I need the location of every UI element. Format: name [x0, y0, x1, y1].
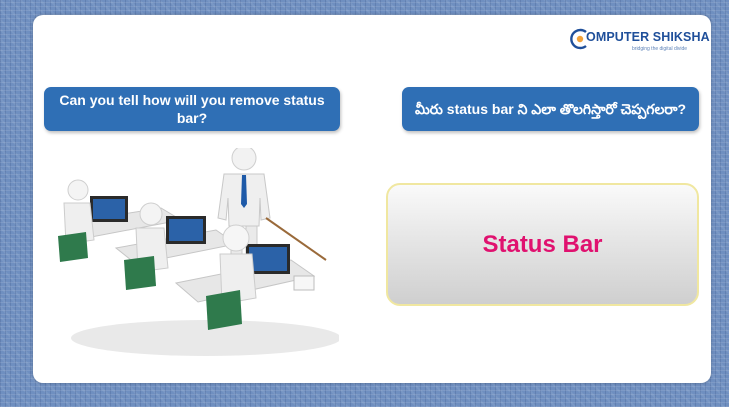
answer-text: Status Bar: [482, 230, 603, 258]
logo-text: OMPUTER SHIKSHA: [586, 30, 710, 44]
logo-name: OMPUTER SHIKSHA: [586, 30, 710, 44]
question-english-box: Can you tell how will you remove status …: [44, 87, 340, 131]
question-english-text: Can you tell how will you remove status …: [59, 92, 325, 126]
question-telugu-box: మీరు status bar ని ఎలా తొలగిస్తారో చెప్ప…: [402, 87, 699, 131]
computer-shiksha-logo: OMPUTER SHIKSHA bridging the digital div…: [570, 28, 710, 58]
question-telugu-text: మీరు status bar ని ఎలా తొలగిస్తారో చెప్ప…: [414, 100, 687, 117]
classroom-illustration: [56, 148, 339, 367]
answer-box: Status Bar: [386, 183, 699, 306]
logo-tagline: bridging the digital divide: [632, 46, 688, 52]
